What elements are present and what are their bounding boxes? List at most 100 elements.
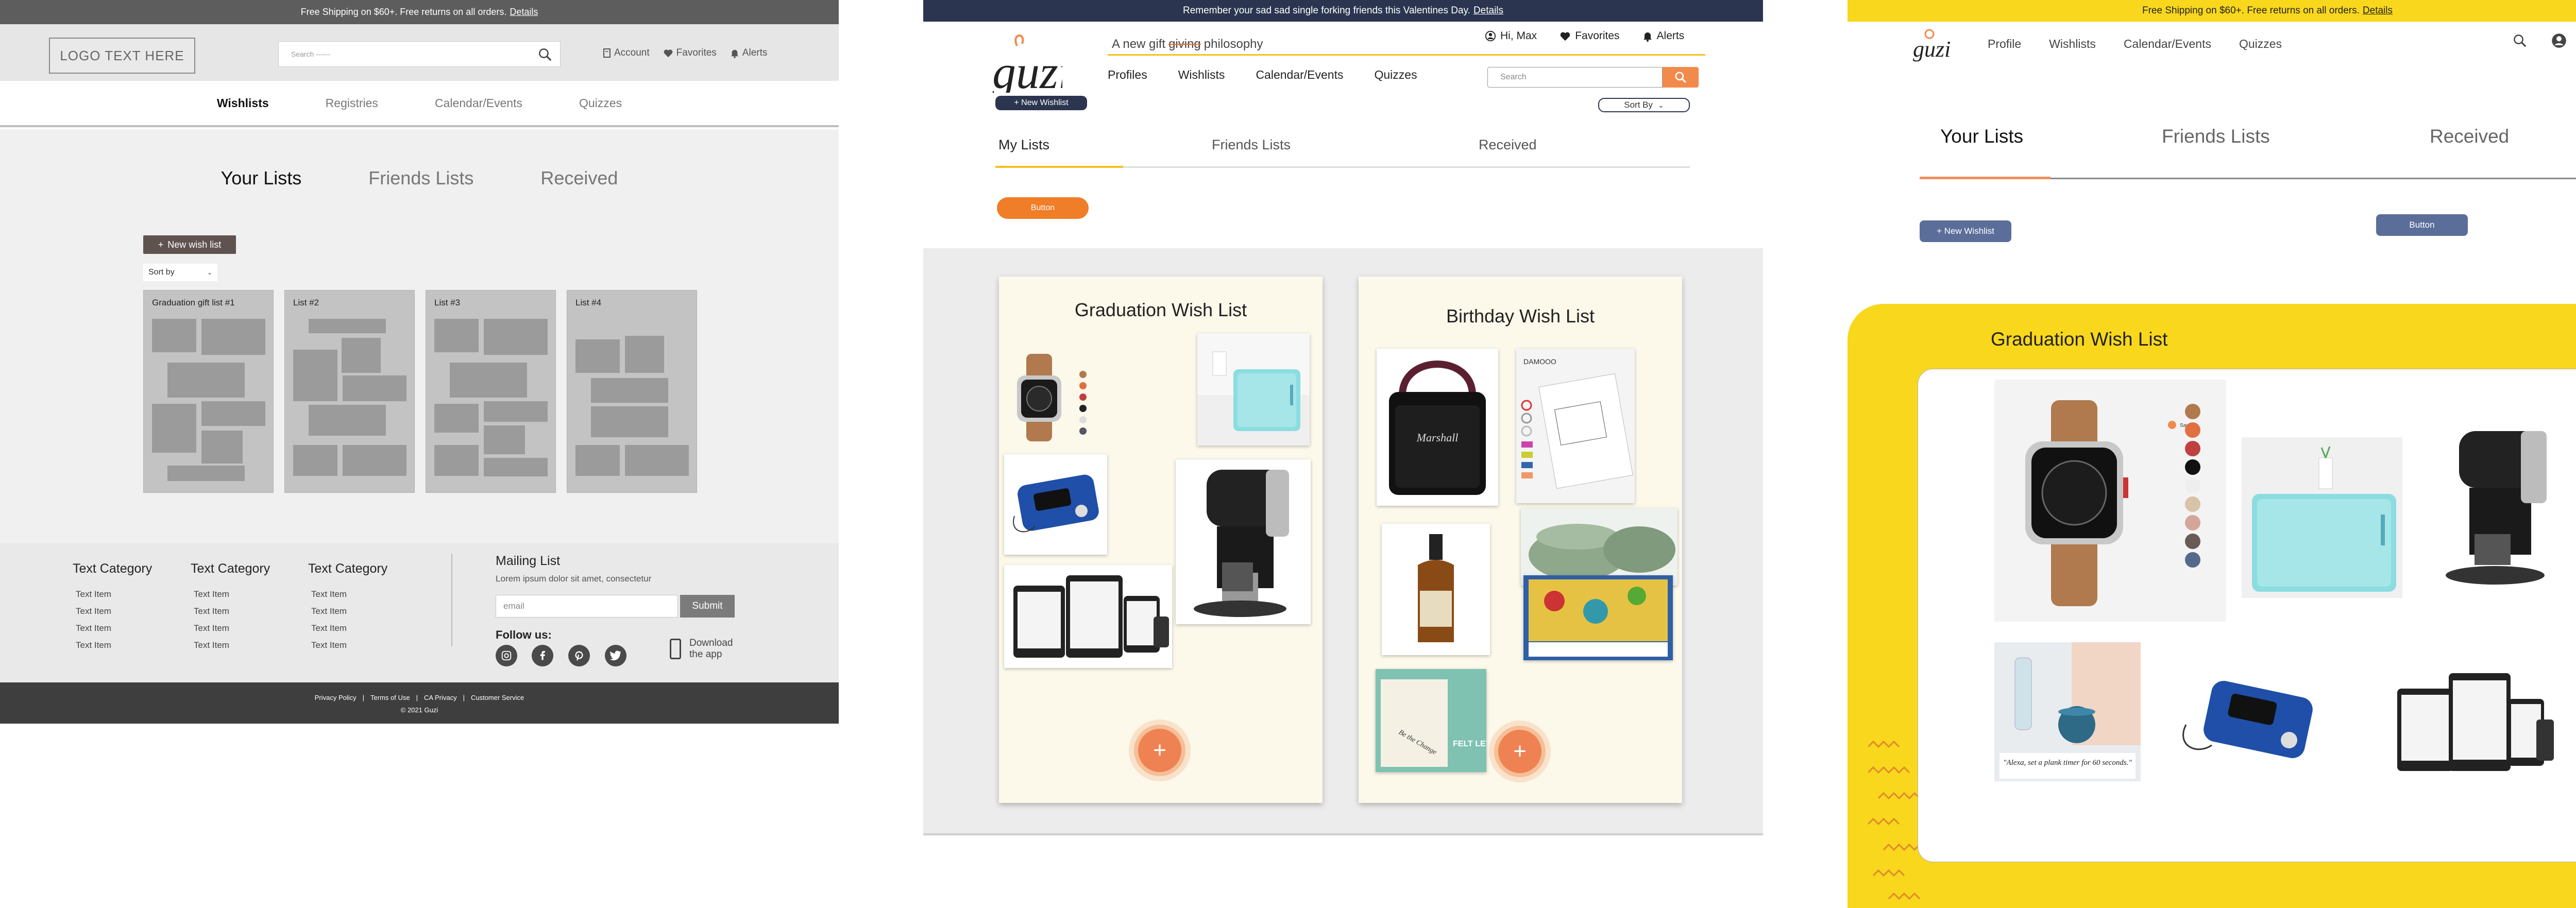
user-menu[interactable]: Hi, Max — [1485, 30, 1537, 42]
new-wishlist-button[interactable]: + New wish list — [143, 235, 236, 254]
nav-calendar-events[interactable]: Calendar/Events — [2124, 37, 2211, 51]
product-puzzle[interactable] — [1523, 575, 1673, 660]
wishlist-card[interactable]: List #4 — [567, 290, 697, 493]
product-smartwatch[interactable]: Save — [1994, 380, 2226, 622]
footer-link[interactable]: Text Item — [191, 586, 270, 603]
product-lockbox[interactable] — [1004, 454, 1107, 555]
footer-link[interactable]: Text Item — [73, 586, 152, 603]
email-field[interactable]: email — [496, 595, 678, 618]
product-echo-speaker[interactable]: "Alexa, set a plank timer for 60 seconds… — [1994, 642, 2141, 781]
privacy-policy-link[interactable]: Privacy Policy — [315, 694, 357, 701]
nav-wishlists[interactable]: Wishlists — [2049, 37, 2096, 51]
wishlist-title: Graduation Wish List — [1991, 329, 2168, 350]
nav-quizzes[interactable]: Quizzes — [1374, 68, 1417, 82]
search-input[interactable]: Search ------ — [278, 41, 561, 67]
twitter-icon[interactable] — [605, 645, 626, 666]
footer-link[interactable]: Text Item — [308, 620, 387, 637]
search-icon[interactable] — [2512, 33, 2528, 48]
product-letter-board[interactable]: Be the ChangeFELT LETTER BOARD — [1376, 669, 1486, 772]
sort-by-dropdown[interactable]: Sort By ⌄ — [1598, 98, 1690, 112]
nav-profiles[interactable]: Profiles — [1108, 68, 1147, 82]
product-cookware[interactable] — [1521, 508, 1677, 586]
download-app-link[interactable]: Download the app — [689, 638, 733, 660]
alerts-link[interactable]: Alerts — [730, 47, 767, 59]
instagram-icon[interactable] — [496, 645, 517, 666]
nav-calendar-events[interactable]: Calendar/Events — [1256, 68, 1343, 82]
nav-quizzes[interactable]: Quizzes — [579, 96, 622, 110]
tab-friends-lists[interactable]: Friends Lists — [2162, 126, 2270, 147]
promo-details-link[interactable]: Details — [510, 7, 538, 18]
alerts-link[interactable]: Alerts — [1642, 30, 1684, 42]
product-whiskey[interactable] — [1382, 524, 1490, 655]
nav-registries[interactable]: Registries — [326, 96, 378, 110]
tab-friends-lists[interactable]: Friends Lists — [1212, 137, 1291, 153]
tab-my-lists[interactable]: My Lists — [998, 137, 1049, 153]
customer-service-link[interactable]: Customer Service — [471, 694, 524, 701]
product-lockbox[interactable] — [2176, 668, 2330, 781]
tab-friends-lists[interactable]: Friends Lists — [368, 167, 473, 189]
facebook-icon[interactable] — [532, 645, 553, 666]
footer-link[interactable]: Text Item — [308, 603, 387, 620]
tab-received[interactable]: Received — [2430, 126, 2509, 147]
wishlist-card[interactable]: Graduation gift list #1 — [143, 290, 274, 493]
tab-received[interactable]: Received — [1479, 137, 1537, 153]
guzi-logo[interactable]: guzi — [990, 28, 1071, 98]
promo-details-link[interactable]: Details — [1473, 5, 1503, 16]
action-button[interactable]: Button — [2376, 214, 2468, 236]
pinterest-icon[interactable] — [568, 645, 590, 666]
tab-received[interactable]: Received — [540, 167, 618, 189]
footer-link[interactable]: Text Item — [73, 603, 152, 620]
product-mini-fridge[interactable] — [2242, 437, 2402, 598]
wishlist-card[interactable]: Graduation Wish List + — [999, 277, 1323, 803]
ca-privacy-link[interactable]: CA Privacy — [424, 694, 457, 701]
add-item-button[interactable]: + — [1489, 721, 1551, 782]
item-placeholder — [152, 319, 196, 352]
nav-wishlists[interactable]: Wishlists — [1178, 68, 1225, 82]
add-item-button[interactable]: + — [1129, 719, 1191, 781]
submit-button[interactable]: Submit — [680, 595, 735, 618]
favorites-link[interactable]: Favorites — [1560, 30, 1620, 42]
footer-column: Text Category Text Item Text Item Text I… — [73, 561, 152, 654]
product-speaker[interactable]: Marshall — [1377, 349, 1498, 506]
nav-wishlists[interactable]: Wishlists — [217, 96, 269, 110]
footer-link[interactable]: Text Item — [308, 637, 387, 654]
product-mini-fridge[interactable] — [1197, 333, 1310, 446]
footer-link[interactable]: Text Item — [73, 637, 152, 654]
product-e-readers[interactable] — [1004, 565, 1172, 668]
nav-profile[interactable]: Profile — [1988, 37, 2021, 51]
wishlist-title: List #2 — [293, 298, 319, 307]
terms-link[interactable]: Terms of Use — [370, 694, 410, 701]
product-journal[interactable]: DAMOOO — [1516, 349, 1635, 503]
nav-calendar-events[interactable]: Calendar/Events — [435, 96, 522, 110]
account-link[interactable]: Account — [603, 47, 650, 59]
promo-details-link[interactable]: Details — [2363, 5, 2393, 16]
list-tabs: Your Lists Friends Lists Received — [0, 167, 839, 189]
tab-your-lists[interactable]: Your Lists — [221, 167, 302, 189]
footer-link[interactable]: Text Item — [308, 586, 387, 603]
sort-by-dropdown[interactable]: Sort by ⌄ — [143, 264, 217, 281]
favorites-link[interactable]: Favorites — [663, 47, 717, 59]
wishlist-card[interactable]: List #3 — [426, 290, 556, 493]
nav-quizzes[interactable]: Quizzes — [2239, 37, 2282, 51]
footer-link[interactable]: Text Item — [73, 620, 152, 637]
product-e-readers[interactable] — [2392, 658, 2557, 786]
new-wishlist-button[interactable]: + New Wishlist — [995, 96, 1087, 110]
footer-link[interactable]: Text Item — [191, 603, 270, 620]
new-wishlist-button[interactable]: + New Wishlist — [1920, 220, 2011, 242]
product-smartwatch[interactable] — [1006, 354, 1098, 441]
wishlist-card[interactable]: List #2 — [284, 290, 415, 493]
guzi-logo[interactable]: guzi — [1912, 25, 1955, 62]
product-coffee-maker[interactable] — [1176, 459, 1311, 624]
logo-placeholder[interactable]: LOGO TEXT HERE — [49, 38, 195, 74]
user-icon[interactable] — [2551, 33, 2567, 48]
tab-your-lists[interactable]: Your Lists — [1940, 126, 2023, 147]
search-icon[interactable] — [537, 47, 553, 62]
wishlist-card[interactable]: Birthday Wish List Marshall DAMOOO Be th… — [1359, 277, 1682, 803]
product-coffee-maker[interactable] — [2433, 421, 2567, 601]
action-button[interactable]: Button — [997, 197, 1089, 219]
search-button[interactable] — [1663, 67, 1699, 88]
footer-link[interactable]: Text Item — [191, 620, 270, 637]
search-input[interactable]: Search — [1487, 67, 1663, 88]
footer-link[interactable]: Text Item — [191, 637, 270, 654]
wishlist-card[interactable]: Save "Alexa, set a plank timer for 60 se… — [1918, 369, 2576, 862]
